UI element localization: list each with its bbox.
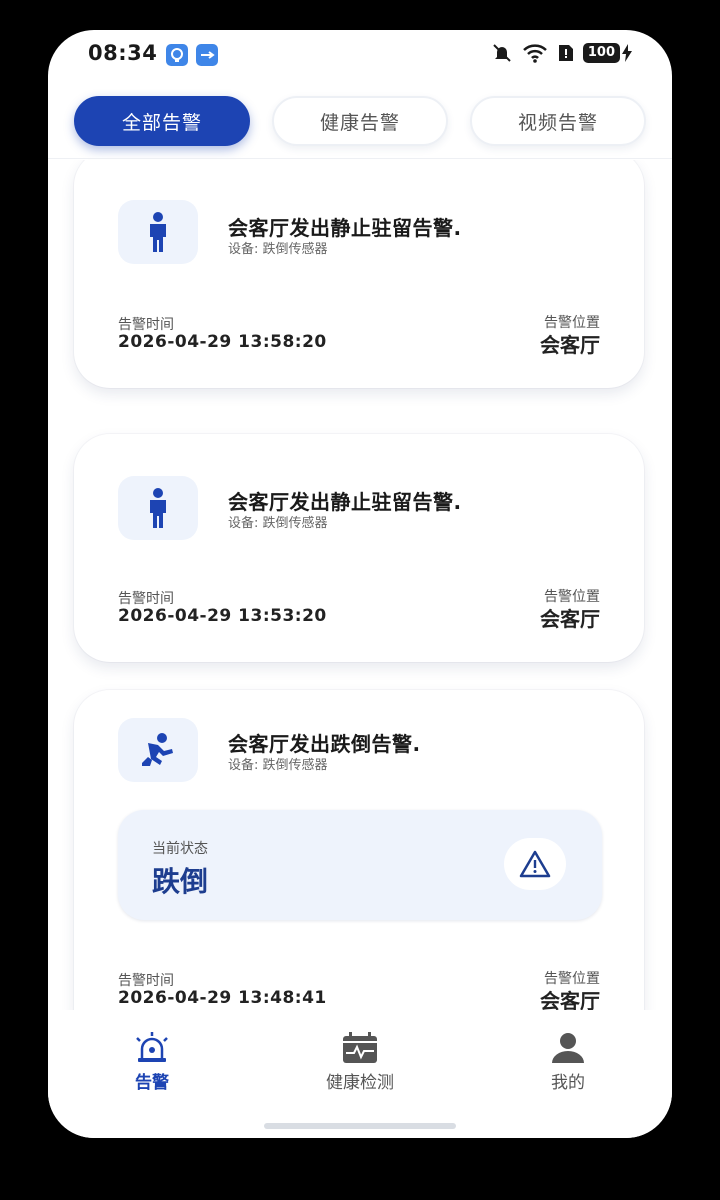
charging-bolt-icon — [622, 44, 632, 62]
nav-profile[interactable]: 我的 — [488, 1032, 648, 1093]
alert-time-label: 告警时间 — [118, 591, 174, 607]
wifi-icon — [523, 44, 547, 63]
standing-person-icon — [118, 200, 198, 264]
alert-location: 会客厅 — [540, 989, 600, 1010]
nav-alerts[interactable]: 告警 — [72, 1032, 232, 1093]
alarm-siren-icon — [136, 1032, 168, 1062]
bottom-nav: 告警 健康检测 我的 — [48, 1010, 672, 1138]
status-value: 跌倒 — [152, 865, 209, 898]
nav-label-health: 健康检测 — [326, 1073, 394, 1093]
nav-health-monitor[interactable]: 健康检测 — [280, 1032, 440, 1093]
tabs-divider — [48, 158, 672, 159]
status-bar: 08:34 100 — [48, 30, 672, 80]
battery-indicator: 100 — [582, 43, 632, 63]
alert-card[interactable]: 会客厅发出静止驻留告警. 设备: 跌倒传感器 告警时间 告警位置 2026-04… — [74, 434, 644, 662]
usb-icon — [196, 44, 218, 66]
sim-card-icon — [558, 45, 573, 61]
alert-device: 设备: 跌倒传感器 — [228, 758, 328, 773]
alert-title: 会客厅发出静止驻留告警. — [228, 490, 462, 514]
home-indicator[interactable] — [264, 1123, 456, 1129]
alert-card[interactable]: 会客厅发出跌倒告警. 设备: 跌倒传感器 当前状态 跌倒 告警时间 告警位置 2… — [74, 690, 644, 1010]
alert-time-label: 告警时间 — [118, 317, 174, 333]
current-status-panel: 当前状态 跌倒 — [118, 810, 602, 920]
nav-label-profile: 我的 — [551, 1073, 585, 1093]
status-label: 当前状态 — [152, 841, 208, 857]
alert-card[interactable]: 会客厅发出静止驻留告警. 设备: 跌倒传感器 告警时间 告警位置 2026-04… — [74, 160, 644, 388]
tab-video-alerts[interactable]: 视频告警 — [470, 96, 646, 146]
phone-screen: 08:34 100 全部告警 健康告警 视频告警 会客厅发出静止驻留告警. 设备… — [48, 30, 672, 1138]
alert-time: 2026-04-29 13:48:41 — [118, 988, 327, 1008]
health-monitor-icon — [343, 1032, 377, 1063]
alert-device: 设备: 跌倒传感器 — [228, 516, 328, 531]
status-icons: 100 — [491, 42, 632, 64]
alert-time-label: 告警时间 — [118, 973, 174, 989]
mute-bell-icon — [493, 44, 511, 62]
alert-time: 2026-04-29 13:58:20 — [118, 332, 327, 352]
alert-title: 会客厅发出跌倒告警. — [228, 732, 421, 756]
user-profile-icon — [552, 1033, 584, 1063]
standing-person-icon — [118, 476, 198, 540]
nav-label-alerts: 告警 — [135, 1073, 169, 1093]
alert-time: 2026-04-29 13:53:20 — [118, 606, 327, 626]
alert-list[interactable]: 会客厅发出静止驻留告警. 设备: 跌倒传感器 告警时间 告警位置 2026-04… — [48, 160, 672, 1010]
warning-icon — [504, 838, 566, 890]
fallen-person-icon — [118, 718, 198, 782]
alert-location: 会客厅 — [540, 333, 600, 357]
alert-device: 设备: 跌倒传感器 — [228, 242, 328, 257]
alert-title: 会客厅发出静止驻留告警. — [228, 216, 462, 240]
alert-location: 会客厅 — [540, 607, 600, 631]
alert-filter-tabs: 全部告警 健康告警 视频告警 — [74, 96, 646, 148]
tab-all-alerts[interactable]: 全部告警 — [74, 96, 250, 146]
tab-health-alerts[interactable]: 健康告警 — [272, 96, 448, 146]
status-time: 08:34 — [88, 41, 158, 65]
notification-app-icon — [166, 44, 188, 66]
battery-level: 100 — [582, 43, 620, 63]
